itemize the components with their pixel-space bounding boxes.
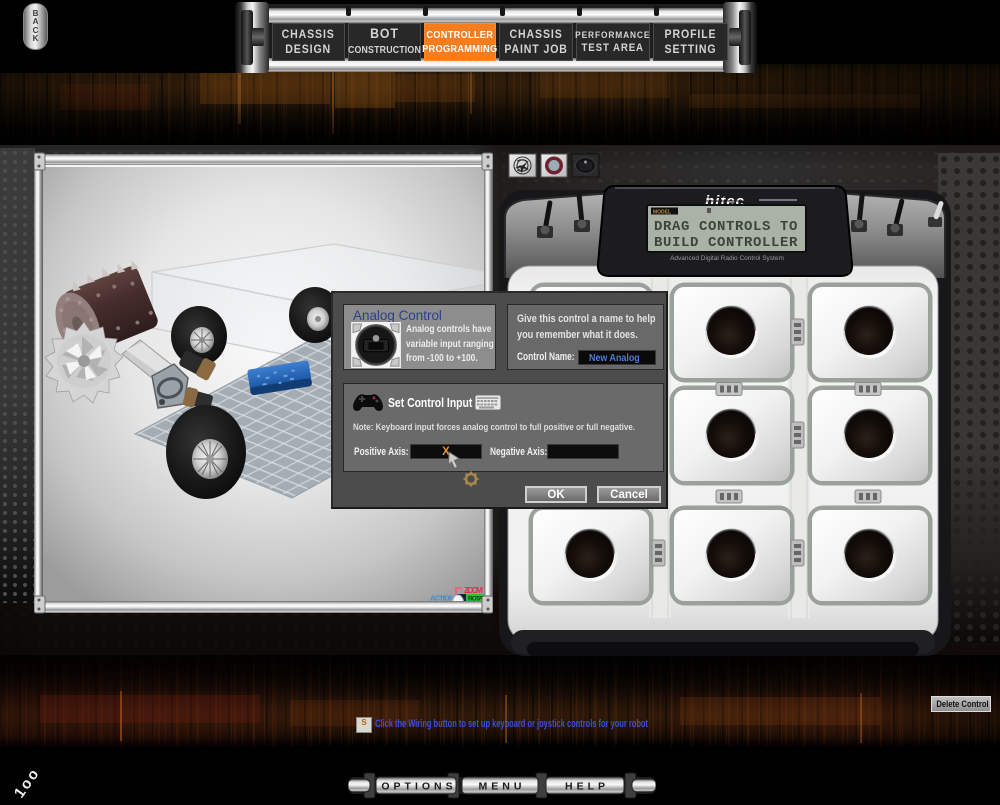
svg-text:MENU: MENU <box>479 781 526 793</box>
svg-text:BUILD CONTROLLER: BUILD CONTROLLER <box>654 235 798 251</box>
svg-text:MODEL: MODEL <box>653 210 671 216</box>
svg-text:OPTIONS: OPTIONS <box>381 781 456 793</box>
svg-text:DRAG CONTROLS TO: DRAG CONTROLS TO <box>654 219 798 235</box>
svg-text:Advanced Digital Radio Control: Advanced Digital Radio Control System <box>670 255 784 262</box>
svg-text:ZOOM: ZOOM <box>464 585 483 595</box>
svg-text:HELP: HELP <box>565 781 609 793</box>
